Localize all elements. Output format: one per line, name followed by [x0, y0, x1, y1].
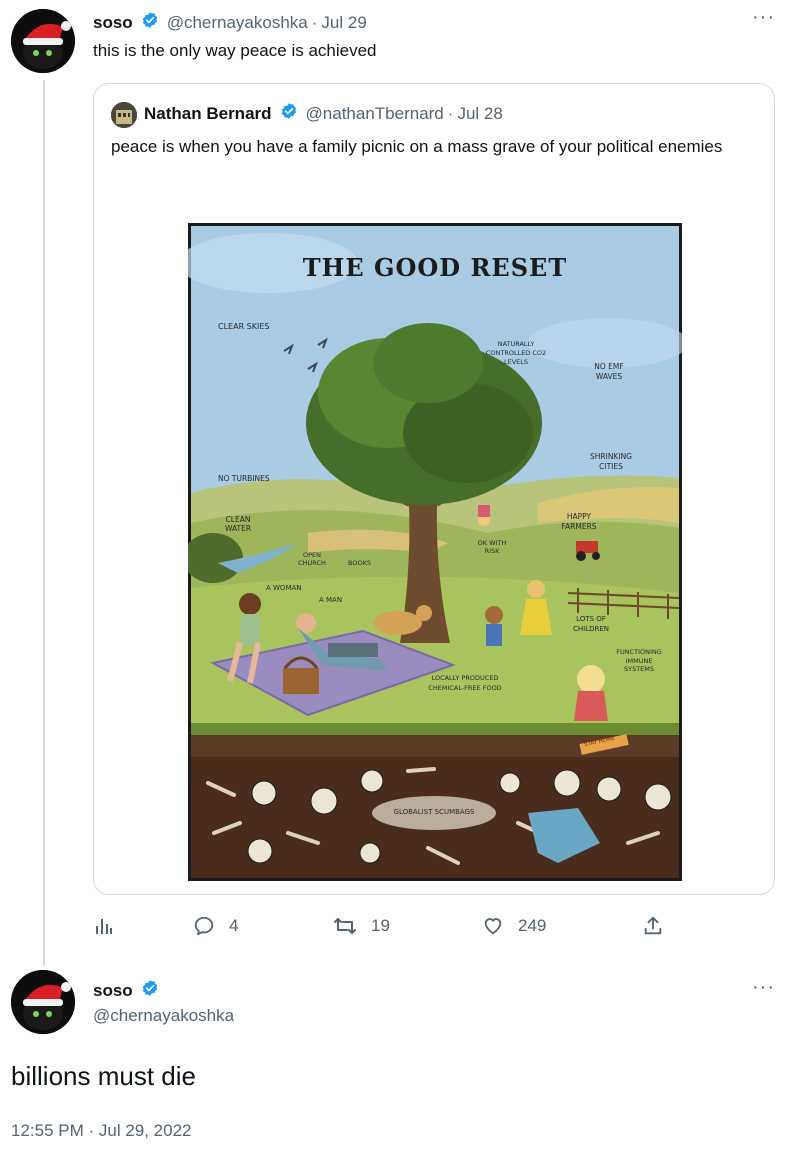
- label-functioning-immune-systems: FUNCTIONING IMMUNE SYSTEMS: [616, 648, 662, 673]
- handle[interactable]: @chernayakoshka: [167, 13, 308, 33]
- label-emf: NO EMF WAVES: [594, 362, 624, 381]
- quoted-tweet-image[interactable]: THE GOOD RESET CLEAR SKIES NATURALLY CON…: [188, 223, 682, 881]
- quoted-text: peace is when you have a family picnic o…: [111, 137, 723, 156]
- analytics-button[interactable]: [94, 916, 114, 936]
- label-lots-of-children: LOTS OF CHILDREN: [572, 615, 610, 633]
- more-options-icon[interactable]: ···: [752, 6, 775, 29]
- like-button[interactable]: 249: [482, 915, 546, 937]
- reply-avatar[interactable]: [11, 970, 75, 1034]
- verified-badge-icon: [141, 979, 159, 1002]
- label-local-food: LOCALLY PRODUCED CHEMICAL-FREE FOOD: [428, 674, 502, 692]
- quoted-date[interactable]: Jul 28: [457, 104, 502, 124]
- label-open-church: OPEN CHURCH: [298, 551, 326, 567]
- reply-count: 4: [229, 916, 239, 935]
- label-clear-skies: CLEAR SKIES: [218, 322, 270, 331]
- label-a-man: A MAN: [319, 596, 343, 604]
- reply-icon: [194, 916, 214, 936]
- reply-display-name[interactable]: soso: [93, 981, 133, 1001]
- label-globalist-scumbags: GLOBALIST SCUMBAGS: [393, 808, 475, 816]
- tweet-date[interactable]: Jul 29: [321, 13, 366, 33]
- verified-badge-icon: [141, 11, 159, 34]
- label-a-woman: A WOMAN: [266, 584, 302, 592]
- reply-button[interactable]: 4: [193, 915, 238, 937]
- share-icon: [644, 916, 662, 935]
- verified-badge-icon: [280, 102, 298, 125]
- label-clean-water: CLEAN WATER: [224, 515, 252, 533]
- quoted-display-name[interactable]: Nathan Bernard: [144, 104, 272, 124]
- quoted-header: Nathan Bernard @nathanTbernard · Jul 28: [144, 102, 503, 125]
- display-name[interactable]: soso: [93, 13, 133, 33]
- label-shrinking-cities: SHRINKING CITIES: [590, 452, 632, 471]
- reply-more-options-icon[interactable]: ···: [752, 976, 775, 999]
- reply-handle[interactable]: @chernayakoshka: [93, 1006, 234, 1026]
- label-happy-farmers: HAPPY FARMERS: [561, 512, 597, 531]
- image-title: THE GOOD RESET: [302, 253, 568, 282]
- retweet-count: 19: [371, 916, 390, 935]
- like-count: 249: [518, 916, 547, 935]
- quoted-handle[interactable]: @nathanTbernard: [306, 104, 444, 124]
- label-no-turbines: NO TURBINES: [218, 474, 270, 483]
- reply-text: billions must die: [11, 1061, 196, 1091]
- reply-timestamp[interactable]: 12:55 PM · Jul 29, 2022: [11, 1121, 192, 1141]
- thread-line: [43, 80, 45, 965]
- retweet-button[interactable]: 19: [333, 915, 390, 937]
- analytics-icon: [96, 919, 112, 934]
- tweet-text: this is the only way peace is achieved: [93, 41, 377, 60]
- label-books: BOOKS: [348, 559, 371, 567]
- heart-icon: [484, 918, 502, 935]
- retweet-icon: [334, 918, 356, 934]
- quoted-avatar[interactable]: [111, 102, 137, 128]
- tweet-header: soso @chernayakoshka · Jul 29: [93, 11, 367, 34]
- reply-header: soso: [93, 979, 159, 1002]
- share-button[interactable]: [642, 915, 664, 937]
- quoted-tweet-card[interactable]: Nathan Bernard @nathanTbernard · Jul 28 …: [93, 83, 775, 895]
- label-ok-with-risk: OK WITH RISK: [477, 539, 507, 555]
- avatar[interactable]: [11, 9, 75, 73]
- label-co2: NATURALLY CONTROLLED CO2 LEVELS: [485, 340, 547, 366]
